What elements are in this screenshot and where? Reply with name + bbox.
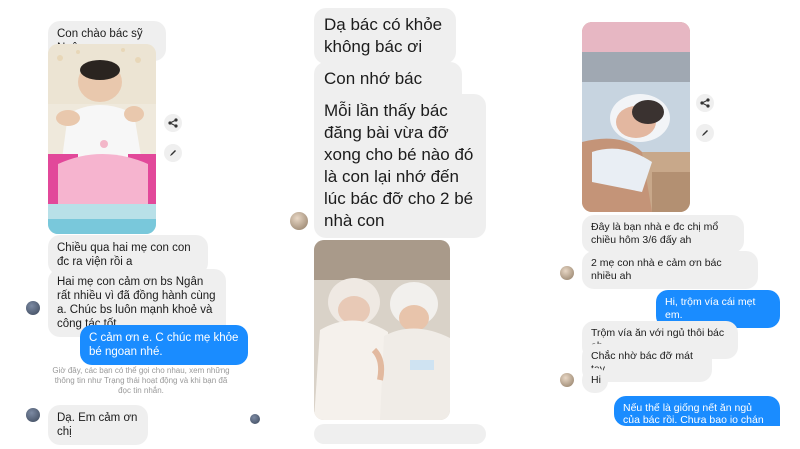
twins-photo-image — [314, 240, 450, 420]
edit-icon — [702, 130, 708, 136]
avatar[interactable] — [26, 301, 40, 315]
edit-icon — [170, 150, 176, 156]
message-bubble: Mỗi lần thấy bác đăng bài vừa đỡ xong ch… — [314, 94, 486, 238]
message-text: Đây là bạn nhà e đc chị mổ chiều hôm 3/6… — [591, 221, 719, 246]
share-button[interactable] — [696, 94, 714, 112]
message-bubble: 2 mẹ con nhà e cảm ơn bác nhiều ah — [582, 251, 758, 289]
newborn-photo-image — [582, 22, 690, 212]
message-bubble-sent: C cảm ơn e. C chúc mẹ khỏe bé ngoan nhé. — [80, 325, 248, 365]
message-text: Dạ. Em cảm ơn chị — [57, 412, 138, 438]
message-bubble: Hi — [582, 368, 608, 393]
read-receipt-avatar — [250, 414, 260, 424]
avatar[interactable] — [26, 408, 40, 422]
message-text: Nếu thế là giống nết ăn ngủ của bác rồi.… — [623, 402, 764, 426]
message-text: 2 mẹ con nhà e cảm ơn bác nhiều ah — [591, 257, 722, 282]
message-text: Dạ bác có khỏe không bác ơi — [324, 15, 443, 56]
message-text: C cảm ơn e. C chúc mẹ khỏe bé ngoan nhé. — [89, 332, 239, 358]
message-bubble-sent: Nếu thế là giống nết ăn ngủ của bác rồi.… — [614, 396, 780, 426]
newborn-photo[interactable] — [582, 22, 690, 212]
message-bubble: Đây là bạn nhà e đc chị mổ chiều hôm 3/6… — [582, 215, 744, 253]
edit-button[interactable] — [696, 124, 714, 142]
message-text: Hai mẹ con cảm ơn bs Ngân rất nhiều vì đ… — [57, 276, 216, 330]
share-icon — [700, 98, 710, 108]
chat-panel-right: Đây là bạn nhà e đc chị mổ chiều hôm 3/6… — [556, 0, 800, 449]
message-text: Mỗi lần thấy bác đăng bài vừa đỡ xong ch… — [324, 101, 474, 230]
avatar[interactable] — [560, 373, 574, 387]
message-text: Chắc nhờ bác đỡ mát tay — [591, 350, 693, 375]
baby-photo-image — [48, 44, 156, 234]
chat-panel-middle: Dạ bác có khỏe không bác ơi Con nhớ bác … — [284, 0, 540, 449]
message-bubble: Dạ bác có khỏe không bác ơi — [314, 8, 456, 64]
message-bubble-partial — [314, 424, 486, 444]
twins-photo[interactable] — [314, 240, 450, 420]
message-text: Hi, trộm vía cái mẹt em. — [665, 296, 756, 321]
message-bubble: Dạ. Em cảm ơn chị — [48, 405, 148, 445]
baby-photo[interactable] — [48, 44, 156, 234]
message-text: Hi — [591, 374, 601, 386]
share-button[interactable] — [164, 114, 182, 132]
message-text: Chiều qua hai mẹ con con đc ra viện rồi … — [57, 242, 191, 268]
system-note: Giờ đây, các bạn có thể gọi cho nhau, xe… — [52, 366, 230, 395]
share-icon — [168, 118, 178, 128]
edit-button[interactable] — [164, 144, 182, 162]
chat-panel-left: Con chào bác sỹ Ngân — [0, 0, 268, 449]
avatar[interactable] — [290, 212, 308, 230]
avatar[interactable] — [560, 266, 574, 280]
